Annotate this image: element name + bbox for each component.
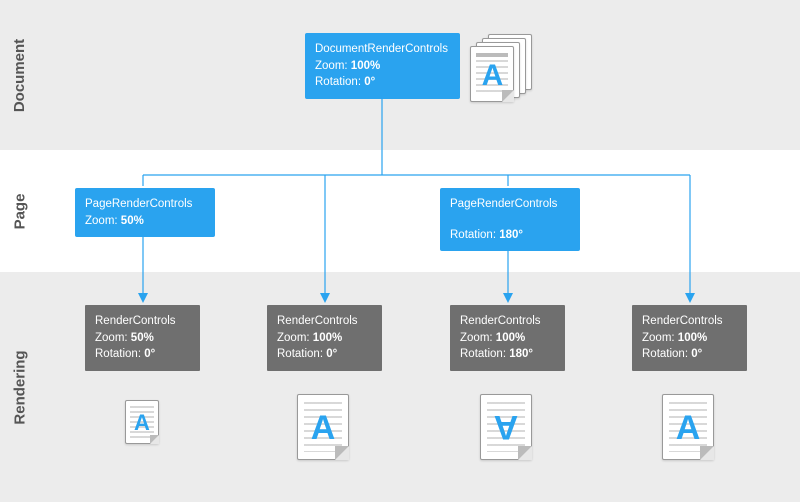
render-controls-node-4: RenderControls Zoom: 100% Rotation: 0°	[632, 305, 747, 371]
section-label-page: Page	[8, 150, 32, 272]
node-title: RenderControls	[460, 313, 555, 330]
node-zoom: Zoom: 50%	[85, 213, 205, 230]
node-zoom: Zoom: 100%	[642, 330, 737, 347]
node-rotation: Rotation: 180°	[460, 346, 555, 363]
node-rotation: Rotation: 0°	[315, 74, 450, 91]
node-title: RenderControls	[277, 313, 372, 330]
node-rotation: Rotation: 0°	[95, 346, 190, 363]
node-zoom: Zoom: 100%	[277, 330, 372, 347]
render-controls-node-3: RenderControls Zoom: 100% Rotation: 180°	[450, 305, 565, 371]
document-render-controls-node: DocumentRenderControls Zoom: 100% Rotati…	[305, 33, 460, 99]
page-render-controls-node-1: PageRenderControls Zoom: 50%	[75, 188, 215, 237]
render-controls-node-2: RenderControls Zoom: 100% Rotation: 0°	[267, 305, 382, 371]
spacer	[450, 213, 570, 227]
section-label-rendering: Rendering	[8, 272, 32, 502]
node-rotation: Rotation: 0°	[277, 346, 372, 363]
rendered-page-icon-1: A	[125, 400, 159, 444]
node-title: RenderControls	[95, 313, 190, 330]
rendered-page-icon-2: A	[297, 394, 349, 460]
node-zoom: Zoom: 100%	[460, 330, 555, 347]
node-title: PageRenderControls	[450, 196, 570, 213]
page-render-controls-node-2: PageRenderControls Rotation: 180°	[440, 188, 580, 251]
node-title: RenderControls	[642, 313, 737, 330]
node-rotation: Rotation: 180°	[450, 227, 570, 244]
node-title: PageRenderControls	[85, 196, 205, 213]
section-label-document: Document	[8, 0, 32, 150]
render-controls-node-1: RenderControls Zoom: 50% Rotation: 0°	[85, 305, 200, 371]
node-title: DocumentRenderControls	[315, 41, 450, 58]
node-zoom: Zoom: 100%	[315, 58, 450, 75]
document-stack-icon: A	[470, 30, 540, 104]
rendered-page-icon-3: A	[480, 394, 532, 460]
node-zoom: Zoom: 50%	[95, 330, 190, 347]
rendered-page-icon-4: A	[662, 394, 714, 460]
node-rotation: Rotation: 0°	[642, 346, 737, 363]
